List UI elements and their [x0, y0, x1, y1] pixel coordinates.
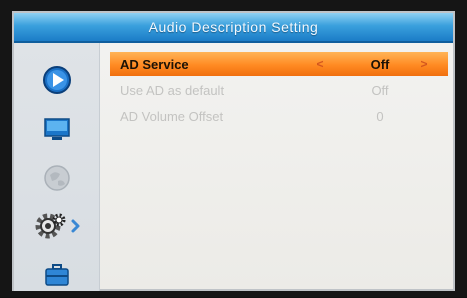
left-arrow-icon[interactable]: <: [290, 57, 350, 71]
setting-row-use-ad-default[interactable]: Use AD as default Off: [110, 78, 448, 102]
setting-value: 0: [376, 108, 384, 124]
settings-gear-icon[interactable]: [32, 209, 84, 243]
settings-list: AD Service < Off > Use AD as default Off…: [102, 49, 448, 279]
right-arrow-icon[interactable]: >: [410, 57, 438, 71]
tv-screen: Audio Description Setting AD Service < O…: [0, 0, 467, 297]
title-bar: Audio Description Setting: [14, 13, 453, 43]
toolbox-icon[interactable]: [38, 259, 76, 293]
setting-label: Use AD as default: [120, 82, 225, 98]
sidebar-menu: [14, 43, 100, 291]
setting-label: AD Volume Offset: [120, 108, 224, 124]
setting-value: Off: [371, 82, 389, 98]
setting-label: AD Service: [120, 56, 189, 72]
setting-value: Off: [370, 56, 390, 72]
play-icon[interactable]: [38, 63, 76, 97]
window-title: Audio Description Setting: [148, 19, 319, 35]
settings-window: Audio Description Setting AD Service < O…: [12, 11, 455, 291]
setting-row-ad-volume-offset[interactable]: AD Volume Offset 0: [110, 104, 448, 128]
monitor-icon[interactable]: [38, 111, 76, 145]
globe-icon[interactable]: [38, 161, 76, 195]
setting-row-ad-service[interactable]: AD Service < Off >: [110, 52, 448, 76]
